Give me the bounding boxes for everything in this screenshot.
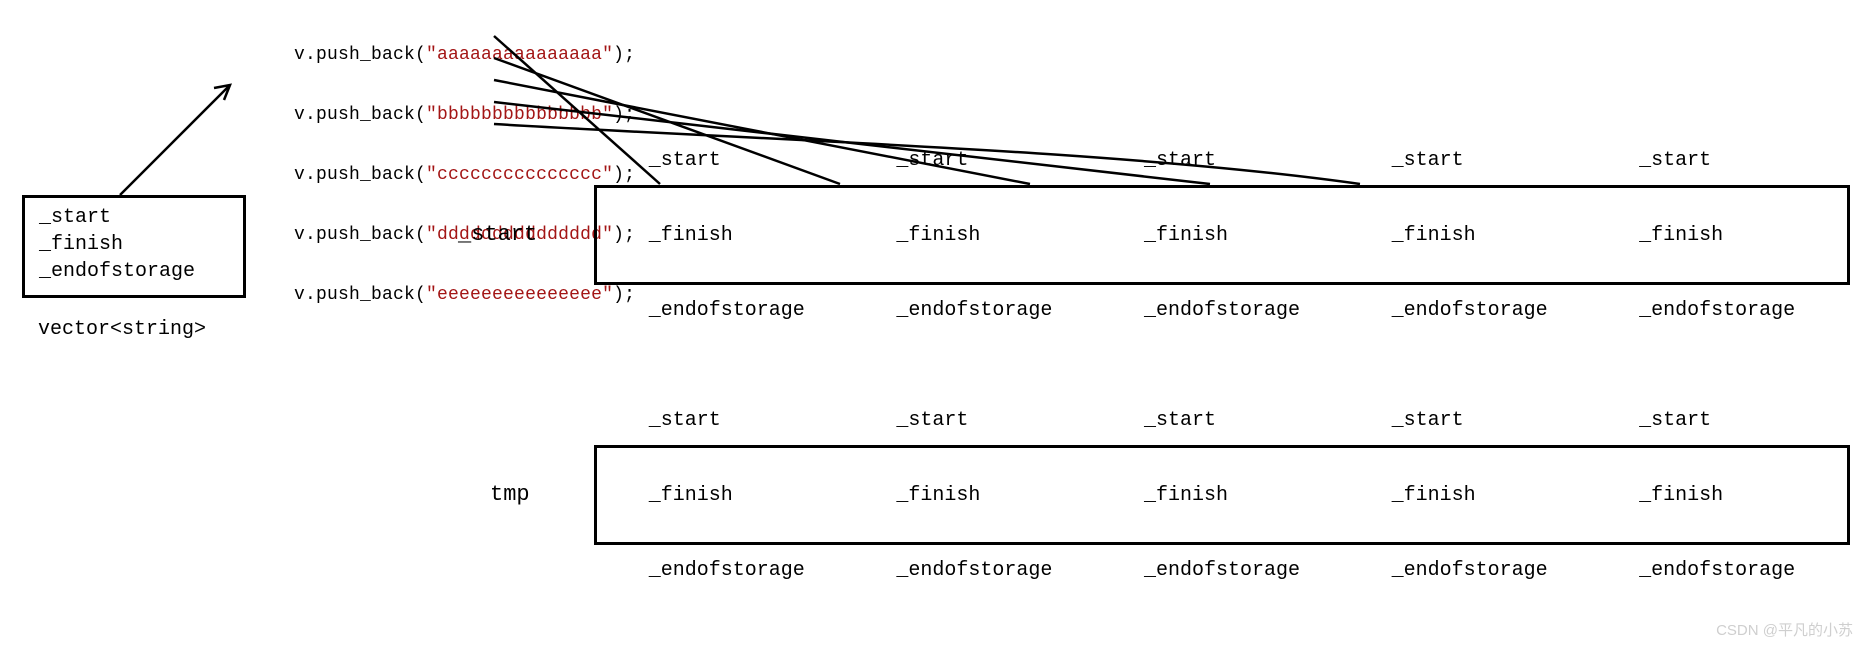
code-string: "eeeeeeeeeeeeeee" [426, 285, 613, 305]
elem-line-endofstorage: _endofstorage [1392, 558, 1548, 583]
code-prefix: v.push_back( [294, 45, 426, 65]
row2-label: tmp [490, 482, 530, 507]
elem-line-start: _start [649, 148, 805, 173]
vector-caption: vector<string> [38, 318, 206, 341]
elem-line-finish: _finish [649, 223, 805, 248]
elem-line-finish: _finish [1392, 223, 1548, 248]
elem-line-finish: _finish [1144, 483, 1300, 508]
elem-line-endofstorage: _endofstorage [1144, 298, 1300, 323]
elem-line-start: _start [1639, 148, 1795, 173]
elem-line-start: _start [1144, 408, 1300, 433]
string-element-5: _start _finish _endofstorage [1639, 98, 1795, 373]
code-prefix: v.push_back( [294, 225, 426, 245]
elem-line-start: _start [896, 148, 1052, 173]
elem-line-endofstorage: _endofstorage [1144, 558, 1300, 583]
elem-line-start: _start [1639, 408, 1795, 433]
vector-struct-box: _start _finish _endofstorage [22, 195, 246, 298]
string-element-3: _start _finish _endofstorage [1144, 358, 1300, 633]
tmp-storage-row: _start _finish _endofstorage _start _fin… [594, 445, 1850, 545]
elem-line-start: _start [1392, 408, 1548, 433]
vector-struct-line-finish: _finish [39, 231, 229, 258]
string-element-4: _start _finish _endofstorage [1392, 98, 1548, 373]
elem-line-finish: _finish [896, 223, 1052, 248]
elem-line-endofstorage: _endofstorage [896, 298, 1052, 323]
elem-line-finish: _finish [896, 483, 1052, 508]
code-line-2: v.push_back("bbbbbbbbbbbbbbb"); [250, 85, 635, 145]
string-element-2: _start _finish _endofstorage [896, 358, 1052, 633]
elem-line-endofstorage: _endofstorage [896, 558, 1052, 583]
code-suffix: ); [613, 45, 635, 65]
elem-line-endofstorage: _endofstorage [649, 558, 805, 583]
elem-line-endofstorage: _endofstorage [1639, 298, 1795, 323]
code-line-3: v.push_back("ccccccccccccccc"); [250, 145, 635, 205]
csdn-watermark: CSDN @平凡的小苏 [1716, 619, 1853, 640]
elem-line-endofstorage: _endofstorage [1639, 558, 1795, 583]
code-suffix: ); [613, 105, 635, 125]
code-string: "aaaaaaaaaaaaaaa" [426, 45, 613, 65]
elem-line-finish: _finish [649, 483, 805, 508]
string-element-4: _start _finish _endofstorage [1392, 358, 1548, 633]
vector-struct-line-endofstorage: _endofstorage [39, 258, 229, 285]
elem-line-endofstorage: _endofstorage [1392, 298, 1548, 323]
vector-struct-line-start: _start [39, 204, 229, 231]
code-suffix: ); [613, 285, 635, 305]
code-suffix: ); [613, 165, 635, 185]
start-storage-row: _start _finish _endofstorage _start _fin… [594, 185, 1850, 285]
code-string: "ccccccccccccccc" [426, 165, 613, 185]
elem-line-start: _start [649, 408, 805, 433]
elem-line-start: _start [1392, 148, 1548, 173]
code-line-5: v.push_back("eeeeeeeeeeeeeee"); [250, 265, 635, 325]
code-string: "bbbbbbbbbbbbbbb" [426, 105, 613, 125]
code-prefix: v.push_back( [294, 285, 426, 305]
elem-line-finish: _finish [1639, 223, 1795, 248]
string-element-2: _start _finish _endofstorage [896, 98, 1052, 373]
string-element-5: _start _finish _endofstorage [1639, 358, 1795, 633]
arrow-vector-to-code [120, 85, 230, 195]
elem-line-start: _start [896, 408, 1052, 433]
code-prefix: v.push_back( [294, 165, 426, 185]
code-line-1: v.push_back("aaaaaaaaaaaaaaa"); [250, 25, 635, 85]
elem-line-finish: _finish [1392, 483, 1548, 508]
string-element-1: _start _finish _endofstorage [649, 98, 805, 373]
code-line-4: v.push_back("ddddddddddddddd"); [250, 205, 635, 265]
code-block: v.push_back("aaaaaaaaaaaaaaa"); v.push_b… [250, 25, 635, 325]
code-prefix: v.push_back( [294, 105, 426, 125]
string-element-3: _start _finish _endofstorage [1144, 98, 1300, 373]
elem-line-finish: _finish [1639, 483, 1795, 508]
string-element-1: _start _finish _endofstorage [649, 358, 805, 633]
elem-line-start: _start [1144, 148, 1300, 173]
elem-line-endofstorage: _endofstorage [649, 298, 805, 323]
row1-label: _start [458, 222, 537, 247]
elem-line-finish: _finish [1144, 223, 1300, 248]
